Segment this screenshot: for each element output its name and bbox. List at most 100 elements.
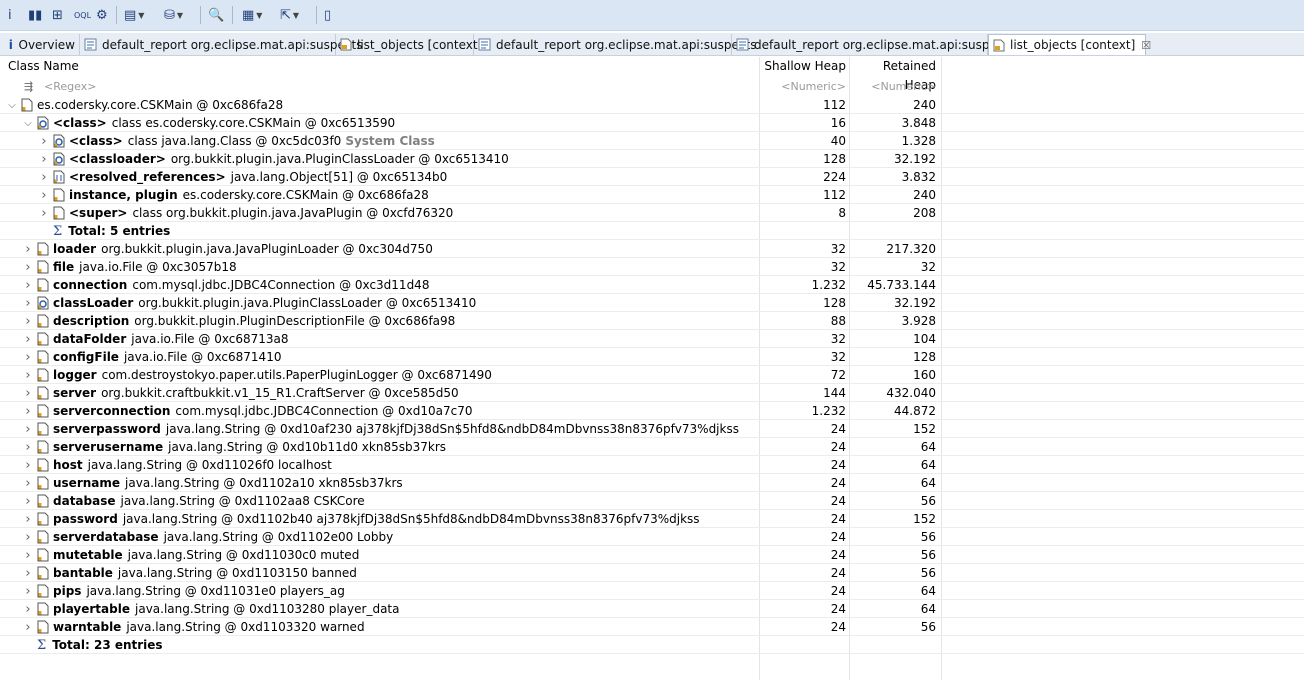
table-row[interactable]: › description org.bukkit.plugin.PluginDesc… bbox=[0, 312, 1304, 330]
chevron-right-icon[interactable]: › bbox=[22, 260, 34, 275]
dropdown-arrow-icon[interactable]: ▼ bbox=[293, 11, 299, 20]
table-row[interactable]: › warntable java.lang.String @ 0xd1103320 … bbox=[0, 618, 1304, 636]
close-tab-icon[interactable]: ☒ bbox=[1141, 39, 1151, 52]
table-row[interactable]: › logger com.destroystokyo.paper.utils.Pap… bbox=[0, 366, 1304, 384]
table-row[interactable]: › host java.lang.String @ 0xd11026f0 local… bbox=[0, 456, 1304, 474]
regex-filter-input[interactable]: <Regex> bbox=[44, 78, 96, 96]
dropdown-arrow-icon[interactable]: ▼ bbox=[138, 11, 144, 20]
table-row[interactable]: › file java.io.File @ 0xc3057b18 32 32 bbox=[0, 258, 1304, 276]
shallow-heap-cell: 24 bbox=[830, 620, 846, 634]
total-row[interactable]: Σ Total: 5 entries bbox=[0, 222, 1304, 240]
tab-5[interactable]: default_report org.eclipse.mat.api:suspe… bbox=[732, 34, 1014, 55]
oql-button[interactable]: OQL bbox=[74, 5, 91, 25]
find-object-button[interactable]: 🔍 bbox=[208, 5, 224, 25]
chevron-right-icon[interactable]: › bbox=[22, 386, 34, 401]
tab-3[interactable]: list_objects [context] bbox=[336, 34, 482, 55]
table-row[interactable]: › <classloader> org.bukkit.plugin.java.Plu… bbox=[0, 150, 1304, 168]
chevron-right-icon[interactable]: › bbox=[22, 242, 34, 257]
table-row[interactable]: › serverdatabase java.lang.String @ 0xd110… bbox=[0, 528, 1304, 546]
chevron-right-icon[interactable]: › bbox=[22, 332, 34, 347]
group-by-button[interactable]: ▦ ▼ bbox=[242, 5, 262, 25]
table-row[interactable]: › pips java.lang.String @ 0xd11031e0 playe… bbox=[0, 582, 1304, 600]
calculate-retained-button[interactable]: ▯ bbox=[324, 5, 331, 25]
chevron-right-icon[interactable]: › bbox=[22, 422, 34, 437]
histogram-button[interactable]: ▮▮ bbox=[28, 5, 42, 25]
shallow-heap-filter-input[interactable]: <Numeric> bbox=[760, 78, 846, 96]
field-name: <resolved_references> bbox=[69, 170, 226, 184]
shallow-heap-cell: 1.232 bbox=[811, 278, 846, 292]
table-row[interactable]: › serverusername java.lang.String @ 0xd10b… bbox=[0, 438, 1304, 456]
query-browser-button[interactable]: ⛁ ▼ bbox=[164, 5, 183, 25]
chevron-right-icon[interactable]: › bbox=[38, 206, 50, 221]
table-row[interactable]: › loader org.bukkit.plugin.java.JavaPlugin… bbox=[0, 240, 1304, 258]
chevron-right-icon[interactable]: › bbox=[22, 404, 34, 419]
tab-1[interactable]: i Overview bbox=[4, 34, 80, 55]
shallow-heap-cell: 16 bbox=[830, 116, 846, 130]
retained-heap-filter-input[interactable]: <Numeric> bbox=[850, 78, 936, 96]
table-row[interactable]: › username java.lang.String @ 0xd1102a10 x… bbox=[0, 474, 1304, 492]
toolbar-separator bbox=[232, 6, 233, 24]
table-row[interactable]: › password java.lang.String @ 0xd1102b40 a… bbox=[0, 510, 1304, 528]
chevron-right-icon[interactable]: › bbox=[22, 584, 34, 599]
dominator-tree-button[interactable]: ⊞ bbox=[52, 5, 63, 25]
table-row[interactable]: › classLoader org.bukkit.plugin.java.Plugi… bbox=[0, 294, 1304, 312]
chevron-right-icon[interactable]: › bbox=[22, 440, 34, 455]
chevron-down-icon[interactable]: ⌵ bbox=[22, 118, 34, 129]
chevron-right-icon[interactable]: › bbox=[22, 602, 34, 617]
table-row[interactable]: › serverpassword java.lang.String @ 0xd10a… bbox=[0, 420, 1304, 438]
chevron-right-icon[interactable]: › bbox=[22, 620, 34, 635]
run-report-button[interactable]: ▤ ▼ bbox=[124, 5, 144, 25]
chevron-right-icon[interactable]: › bbox=[38, 152, 50, 167]
chevron-right-icon[interactable]: › bbox=[22, 368, 34, 383]
table-row[interactable]: › instance, plugin es.codersky.core.CSKMai… bbox=[0, 186, 1304, 204]
tab-2[interactable]: default_report org.eclipse.mat.api:suspe… bbox=[80, 34, 362, 55]
chevron-right-icon[interactable]: › bbox=[22, 530, 34, 545]
table-row[interactable]: › database java.lang.String @ 0xd1102aa8 C… bbox=[0, 492, 1304, 510]
table-row[interactable]: › mutetable java.lang.String @ 0xd11030c0 … bbox=[0, 546, 1304, 564]
chevron-right-icon[interactable]: › bbox=[22, 350, 34, 365]
chevron-right-icon[interactable]: › bbox=[22, 278, 34, 293]
class-name-cell: Σ Total: 23 entries bbox=[22, 636, 163, 654]
chevron-right-icon[interactable]: › bbox=[22, 296, 34, 311]
report-icon bbox=[478, 38, 491, 52]
shallow-heap-cell: 128 bbox=[823, 296, 846, 310]
table-row[interactable]: ⌵ es.codersky.core.CSKMain @ 0xc686fa28 11… bbox=[0, 96, 1304, 114]
table-row[interactable]: › playertable java.lang.String @ 0xd110328… bbox=[0, 600, 1304, 618]
chevron-right-icon[interactable]: › bbox=[22, 314, 34, 329]
column-header-shallow-heap[interactable]: Shallow Heap bbox=[760, 57, 846, 76]
table-row[interactable]: ⌵ <class> class es.codersky.core.CSKMain @… bbox=[0, 114, 1304, 132]
table-row[interactable]: › server org.bukkit.craftbukkit.v1_15_R1.C… bbox=[0, 384, 1304, 402]
column-header-retained-heap[interactable]: Retained Heap bbox=[850, 57, 936, 92]
chevron-right-icon[interactable]: › bbox=[22, 494, 34, 509]
chevron-right-icon[interactable]: › bbox=[22, 566, 34, 581]
table-row[interactable]: › connection com.mysql.jdbc.JDBC4Connectio… bbox=[0, 276, 1304, 294]
shallow-heap-cell: 24 bbox=[830, 440, 846, 454]
column-header-class-name[interactable]: Class Name bbox=[8, 57, 79, 76]
shallow-heap-cell: 32 bbox=[830, 260, 846, 274]
table-row[interactable]: › dataFolder java.io.File @ 0xc68713a8 32 10… bbox=[0, 330, 1304, 348]
table-row[interactable]: › <super> class org.bukkit.plugin.java.Jav… bbox=[0, 204, 1304, 222]
export-button[interactable]: ⇱ ▼ bbox=[280, 5, 299, 25]
dropdown-arrow-icon[interactable]: ▼ bbox=[256, 11, 262, 20]
table-row[interactable]: › serverconnection com.mysql.jdbc.JDBC4Con… bbox=[0, 402, 1304, 420]
table-row[interactable]: › <resolved_references> java.lang.Object[5… bbox=[0, 168, 1304, 186]
total-row[interactable]: Σ Total: 23 entries bbox=[0, 636, 1304, 654]
chevron-right-icon[interactable]: › bbox=[22, 458, 34, 473]
table-row[interactable]: › bantable java.lang.String @ 0xd1103150 b… bbox=[0, 564, 1304, 582]
table-row[interactable]: › <class> class java.lang.Class @ 0xc5dc03… bbox=[0, 132, 1304, 150]
chevron-right-icon[interactable]: › bbox=[38, 188, 50, 203]
chevron-right-icon[interactable]: › bbox=[22, 476, 34, 491]
table-row[interactable]: › configFile java.io.File @ 0xc6871410 32 12… bbox=[0, 348, 1304, 366]
chevron-right-icon[interactable]: › bbox=[38, 134, 50, 149]
info-button[interactable]: i bbox=[8, 5, 12, 25]
chevron-down-icon[interactable]: ⌵ bbox=[6, 100, 18, 111]
heap-dump-overview-button[interactable]: ⚙ bbox=[96, 5, 108, 25]
tab-6[interactable]: list_objects [context] ☒ bbox=[988, 34, 1151, 55]
tab-4[interactable]: default_report org.eclipse.mat.api:suspe… bbox=[474, 34, 756, 55]
dropdown-arrow-icon[interactable]: ▼ bbox=[177, 11, 183, 20]
chevron-right-icon[interactable]: › bbox=[38, 170, 50, 185]
chevron-right-icon[interactable]: › bbox=[22, 548, 34, 563]
chevron-right-icon[interactable]: › bbox=[22, 512, 34, 527]
retained-heap-cell: 152 bbox=[913, 422, 936, 436]
object-label: java.lang.String @ 0xd10b11d0 xkn85sb37k… bbox=[168, 440, 447, 454]
